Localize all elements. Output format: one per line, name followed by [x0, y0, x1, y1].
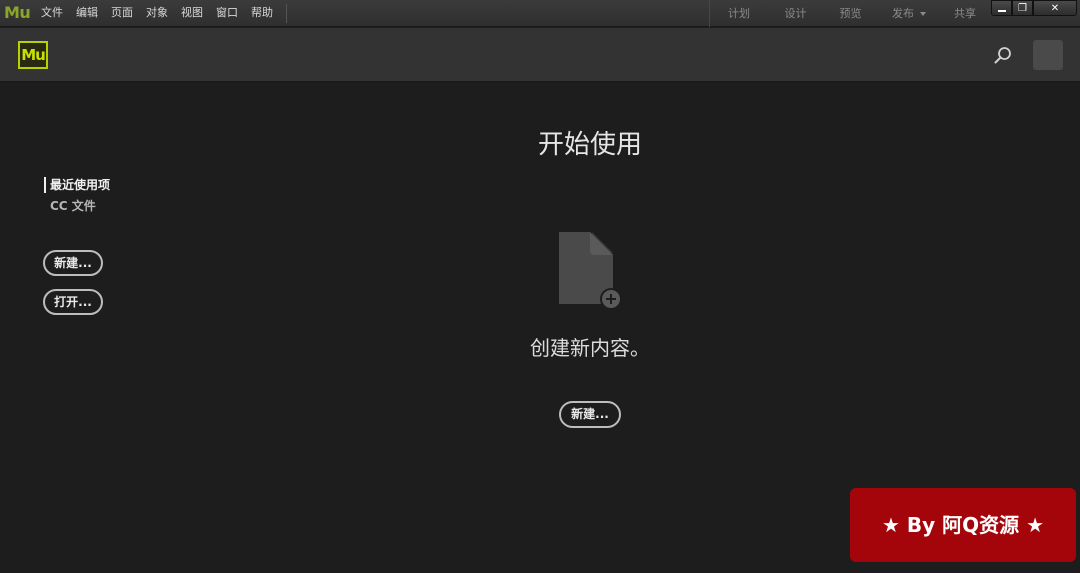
empty-state-message: 创建新内容。: [530, 336, 650, 360]
minimize-button[interactable]: [991, 0, 1012, 16]
mode-publish[interactable]: 发布: [878, 0, 940, 27]
workspace-modes: 计划 设计 预览 发布 共享: [709, 0, 990, 27]
menu-window[interactable]: 窗口: [216, 6, 238, 20]
minimize-icon: [997, 9, 1006, 12]
mode-share[interactable]: 共享: [940, 0, 990, 27]
restore-button[interactable]: ❐: [1012, 0, 1033, 16]
menu-view[interactable]: 视图: [181, 6, 203, 20]
menu-bar: Mu 文件 编辑 页面 对象 视图 窗口 帮助 计划 设计 预览 发布 共享 ❐…: [0, 0, 1080, 27]
menu-object[interactable]: 对象: [146, 6, 168, 20]
chevron-down-icon: [920, 12, 926, 16]
watermark-badge: ★ By 阿Q资源 ★: [850, 488, 1076, 562]
close-button[interactable]: ✕: [1033, 0, 1077, 16]
sidebar-tab-recent[interactable]: 最近使用项: [44, 177, 110, 193]
app-logo: Mu: [4, 3, 31, 22]
menu-help[interactable]: 帮助: [251, 6, 273, 20]
main-new-button[interactable]: 新建...: [559, 401, 621, 428]
sidebar-tab-cc-files[interactable]: CC 文件: [50, 198, 96, 214]
page-title: 开始使用: [537, 130, 642, 160]
window-controls: ❐ ✕: [991, 0, 1077, 16]
close-icon: ✕: [1050, 2, 1060, 14]
mode-preview[interactable]: 预览: [823, 0, 878, 27]
muse-logo: Mu: [18, 41, 48, 69]
new-document-icon: [559, 232, 622, 310]
main-menu: 文件 编辑 页面 对象 视图 窗口 帮助: [41, 6, 286, 20]
mode-design[interactable]: 设计: [768, 0, 823, 27]
avatar[interactable]: [1033, 40, 1063, 70]
mode-plan[interactable]: 计划: [710, 0, 768, 27]
restore-icon: ❐: [1018, 2, 1027, 14]
menu-edit[interactable]: 编辑: [76, 6, 98, 20]
sidebar-new-button[interactable]: 新建...: [43, 250, 103, 276]
search-icon[interactable]: [994, 46, 1012, 64]
sidebar-open-button[interactable]: 打开...: [43, 289, 103, 315]
menu-file[interactable]: 文件: [41, 6, 63, 20]
menu-page[interactable]: 页面: [111, 6, 133, 20]
header: Mu: [0, 28, 1080, 82]
mode-publish-label: 发布: [892, 7, 914, 20]
menu-divider: [286, 4, 287, 23]
